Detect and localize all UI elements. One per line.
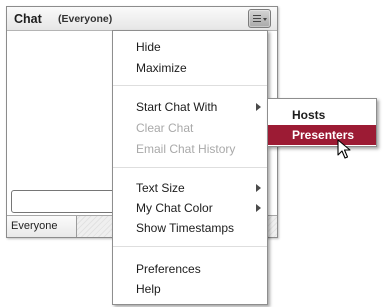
menu-item-hide[interactable]: Hide bbox=[136, 40, 161, 54]
submenu-arrow-icon bbox=[256, 184, 261, 192]
submenu-arrow-icon bbox=[256, 103, 261, 111]
menu-item-preferences[interactable]: Preferences bbox=[136, 262, 201, 276]
menu-item-maximize[interactable]: Maximize bbox=[136, 61, 187, 75]
pod-audience-label: (Everyone) bbox=[58, 13, 113, 25]
mouse-cursor-icon bbox=[337, 139, 351, 159]
menu-item-my-chat-color[interactable]: My Chat Color bbox=[136, 201, 213, 215]
audience-selector[interactable]: Everyone bbox=[7, 216, 77, 237]
audience-selector-label: Everyone bbox=[11, 220, 58, 232]
menu-item-help[interactable]: Help bbox=[136, 282, 161, 296]
menu-item-start-chat-with[interactable]: Start Chat With bbox=[136, 100, 217, 114]
menu-item-email-chat-history: Email Chat History bbox=[136, 142, 236, 156]
chevron-down-icon bbox=[263, 18, 267, 21]
menu-lines-icon bbox=[253, 15, 261, 22]
submenu-arrow-icon bbox=[256, 204, 261, 212]
menu-item-clear-chat: Clear Chat bbox=[136, 121, 194, 135]
submenu-item-hosts[interactable]: Hosts bbox=[268, 105, 376, 125]
menu-divider bbox=[113, 246, 267, 247]
menu-item-show-timestamps[interactable]: Show Timestamps bbox=[136, 221, 234, 235]
submenu-item-label: Hosts bbox=[292, 108, 326, 122]
submenu-item-presenters[interactable]: Presenters bbox=[268, 125, 376, 145]
pod-title: Chat bbox=[14, 12, 42, 26]
menu-item-text-size[interactable]: Text Size bbox=[136, 181, 185, 195]
menu-divider bbox=[113, 85, 267, 86]
start-chat-with-submenu: Hosts Presenters bbox=[267, 98, 377, 147]
pod-options-menu: Hide Maximize Start Chat With Clear Chat… bbox=[112, 30, 268, 305]
pod-header: Chat (Everyone) bbox=[7, 7, 277, 31]
menu-divider bbox=[113, 167, 267, 168]
pod-options-button[interactable] bbox=[248, 9, 271, 28]
